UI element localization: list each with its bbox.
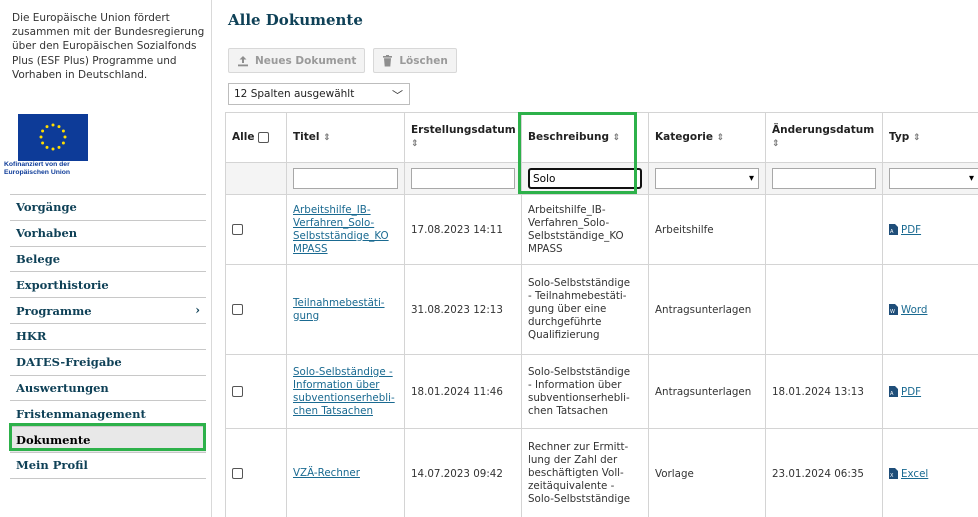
sort-icon: ⇕ (772, 139, 780, 149)
row-checkbox[interactable] (232, 224, 243, 235)
filter-beschreibung-input[interactable]: Solo (528, 168, 642, 189)
sidebar-item-belege[interactable]: Belege (10, 247, 206, 273)
filter-row: Solo ▾ ▾ (225, 162, 978, 195)
filter-erstellungsdatum-input[interactable] (411, 168, 515, 189)
document-title-link[interactable]: Teilnahmebestäti-gung (293, 297, 385, 322)
sort-icon: ⇕ (912, 132, 921, 143)
sidebar-item-vorgaenge[interactable]: Vorgänge (10, 195, 206, 221)
row-checkbox[interactable] (232, 468, 243, 479)
header-titel[interactable]: Titel ⇕ (286, 112, 405, 163)
document-type-link[interactable]: A PDF (889, 224, 978, 236)
sort-icon: ⇕ (323, 132, 331, 143)
modified-date (765, 264, 883, 355)
header-erstellungsdatum[interactable]: Erstellungsdatum ⇕ (404, 112, 522, 163)
toolbar: Neues Dokument Löschen (228, 48, 457, 73)
word-icon: W (889, 304, 898, 315)
created-date: 17.08.2023 14:11 (404, 194, 522, 265)
chevron-down-icon: ﹀ (392, 89, 403, 102)
excel-icon: X (889, 468, 898, 479)
filter-aenderungsdatum-input[interactable] (772, 168, 876, 189)
created-date: 31.08.2023 12:13 (404, 264, 522, 355)
table-row: VZÄ-Rechner 14.07.2023 09:42 Rechner zur… (225, 428, 978, 517)
modified-date (765, 194, 883, 265)
created-date: 14.07.2023 09:42 (404, 428, 522, 517)
svg-text:W: W (890, 309, 895, 315)
sidebar: Die Europäische Union fördert zusammen m… (0, 0, 212, 517)
description: Solo-Selbstständige - Information über sub… (521, 354, 649, 429)
chevron-right-icon: › (195, 303, 200, 318)
created-date: 18.01.2024 11:46 (404, 354, 522, 429)
svg-text:A: A (890, 229, 894, 235)
sort-icon: ⇕ (716, 132, 725, 143)
sidebar-item-exporthistorie[interactable]: Exporthistorie (10, 272, 206, 299)
trash-icon (382, 54, 393, 67)
column-select[interactable]: 12 Spalten ausgewählt ﹀ (228, 83, 410, 105)
esf-funding-text: Die Europäische Union fördert zusammen m… (12, 12, 205, 81)
chevron-down-icon: ▾ (748, 173, 754, 184)
documents-table: Alle Titel ⇕ Erstellungsdatum ⇕ Beschreib… (225, 112, 978, 517)
header-aenderungsdatum[interactable]: Änderungsdatum ⇕ (765, 112, 883, 163)
sidebar-item-hkr[interactable]: HKR (10, 324, 206, 350)
sidebar-item-fristenmanagement[interactable]: Fristenmanagement (10, 401, 206, 428)
sidebar-item-auswertungen[interactable]: Auswertungen (10, 376, 206, 402)
new-document-button[interactable]: Neues Dokument (228, 48, 366, 73)
eu-flag-logo (18, 114, 88, 161)
sidebar-item-dates-freigabe[interactable]: DATES-Freigabe (10, 350, 206, 376)
category: Antragsunterlagen (648, 354, 766, 429)
filter-titel-input[interactable] (293, 168, 398, 189)
modified-date: 18.01.2024 13:13 (765, 354, 883, 429)
row-checkbox[interactable] (232, 304, 243, 315)
header-typ[interactable]: Typ ⇕ (882, 112, 978, 163)
description: Solo-Selbstständige - Teilnahmebestäti-gu… (521, 264, 649, 355)
sidebar-item-mein-profil[interactable]: Mein Profil (10, 453, 206, 479)
document-title-link[interactable]: Solo-Selbständige - Information über subve… (293, 366, 395, 417)
document-title-link[interactable]: Arbeitshilfe_IB- Verfahren_Solo- Selbststä… (293, 204, 389, 255)
modified-date: 23.01.2024 06:35 (765, 428, 883, 517)
document-type-link[interactable]: A PDF (889, 386, 978, 398)
delete-button[interactable]: Löschen (373, 48, 457, 73)
header-kategorie[interactable]: Kategorie ⇕ (648, 112, 766, 163)
category: Vorlage (648, 428, 766, 517)
header-alle[interactable]: Alle (225, 112, 287, 163)
svg-text:A: A (890, 391, 894, 397)
filter-typ-select[interactable]: ▾ (889, 168, 978, 189)
pdf-icon: A (889, 386, 898, 397)
page-title: Alle Dokumente (228, 11, 363, 29)
description: Arbeitshilfe_IB- Verfahren_Solo- Selbststä… (521, 194, 649, 265)
main-content: Alle Dokumente Neues Dokument Löschen 12… (225, 0, 978, 517)
header-beschreibung[interactable]: Beschreibung ⇕ (521, 112, 649, 163)
description: Rechner zur Ermitt-lung der Zahl der besc… (521, 428, 649, 517)
row-checkbox[interactable] (232, 386, 243, 397)
table-row: Solo-Selbständige - Information über subve… (225, 354, 978, 429)
category: Antragsunterlagen (648, 264, 766, 355)
sidebar-item-dokumente[interactable]: Dokumente (10, 427, 206, 453)
svg-text:X: X (890, 473, 894, 479)
select-all-checkbox[interactable] (258, 132, 270, 143)
sidebar-item-vorhaben[interactable]: Vorhaben (10, 221, 206, 247)
pdf-icon: A (889, 224, 898, 235)
chevron-down-icon: ▾ (968, 173, 974, 184)
table-row: Teilnahmebestäti-gung 31.08.2023 12:13 S… (225, 264, 978, 355)
sort-icon: ⇕ (612, 132, 621, 143)
table-row: Arbeitshilfe_IB- Verfahren_Solo- Selbststä… (225, 194, 978, 265)
filter-kategorie-select[interactable]: ▾ (655, 168, 759, 189)
category: Arbeitshilfe (648, 194, 766, 265)
table-header-row: Alle Titel ⇕ Erstellungsdatum ⇕ Beschreib… (225, 112, 978, 163)
eu-cofinance-caption: Kofinanziert von der Europäischen Union (4, 161, 71, 176)
document-type-link[interactable]: W Word (889, 304, 978, 316)
sidebar-item-programme[interactable]: Programme › (10, 298, 206, 324)
document-title-link[interactable]: VZÄ-Rechner (293, 467, 360, 479)
sidebar-nav: Vorgänge Vorhaben Belege Exporthistorie … (10, 194, 206, 479)
sort-icon: ⇕ (411, 139, 419, 149)
document-type-link[interactable]: X Excel (889, 468, 978, 480)
upload-icon (237, 55, 249, 67)
